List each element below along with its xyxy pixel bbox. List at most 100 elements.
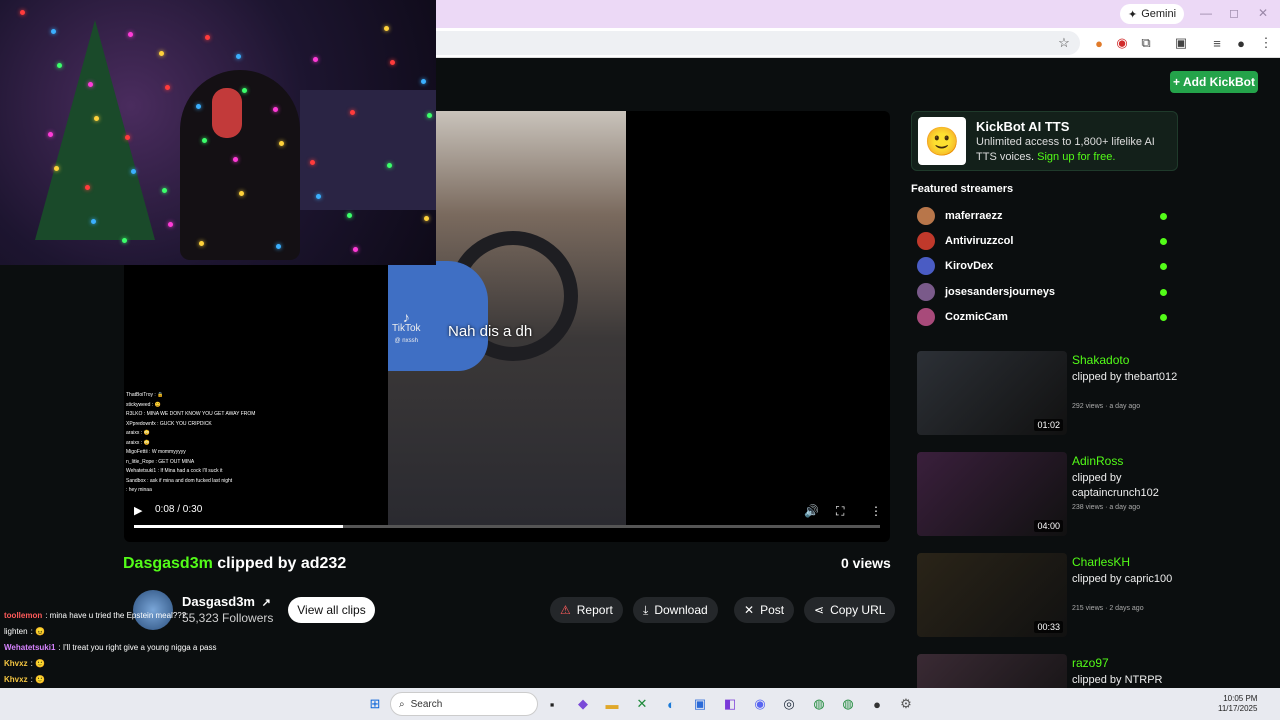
clip-streamer-link[interactable]: CharlesKH <box>1072 555 1130 569</box>
featured-streamer-row[interactable]: josesandersjourneys <box>917 282 1167 302</box>
chat-line: n_Iitle_Rope : GET OUT MINA <box>126 458 195 465</box>
clip-streamer-link[interactable]: Dasgasd3m <box>123 555 213 572</box>
avatar <box>917 308 935 326</box>
xbox-icon[interactable]: ✕ <box>632 694 652 714</box>
chat-username: Wehatetsuki1 <box>4 643 56 652</box>
chat-text: : 😠 <box>30 627 45 636</box>
share-icon: ⋖ <box>814 603 825 617</box>
featured-streamer-row[interactable]: Antiviruzzcol <box>917 231 1167 251</box>
video-chat-overlay: ThatBoiTroy : 🔒 stickyweed : 😊 R3LKO : MIN… <box>126 391 381 496</box>
related-clip-card[interactable]: 00:33 CharlesKH clipped by capric100 215… <box>917 553 1177 638</box>
download-button[interactable]: ⤓ Download <box>633 597 718 623</box>
copy-url-button[interactable]: ⋖ Copy URL <box>804 597 896 623</box>
minimize-button[interactable]: — <box>1200 6 1212 20</box>
more-options-icon[interactable]: ⋮ <box>870 504 882 518</box>
tiktok-handle: @ nxssh <box>394 338 418 344</box>
close-button[interactable]: ✕ <box>1258 6 1268 20</box>
chat-text: : mina have u tried the Epstein meal??? <box>45 611 187 620</box>
puzzle-icon[interactable]: ⧉ <box>1137 34 1155 52</box>
clip-streamer-link[interactable]: razo97 <box>1072 656 1109 670</box>
related-clip-card[interactable]: 04:00 AdinRoss clipped by captaincrunch1… <box>917 452 1177 537</box>
featured-streamer-row[interactable]: KirovDex <box>917 256 1167 276</box>
steam-icon[interactable]: ◎ <box>779 694 799 714</box>
report-button[interactable]: ⚠ Report <box>550 597 623 623</box>
app-icon[interactable]: ◧ <box>720 694 740 714</box>
copilot-icon[interactable]: ◆ <box>573 694 593 714</box>
menu-icon[interactable]: ⋮ <box>1257 34 1275 52</box>
add-kickbot-button[interactable]: + Add KickBot <box>1170 71 1258 93</box>
profile-icon[interactable]: ● <box>1232 34 1250 52</box>
headphones <box>212 88 242 138</box>
chat-line: araixx : 😳 <box>126 439 150 446</box>
chat-message: Khvxz: 🙂 <box>4 656 284 672</box>
settings-icon[interactable]: ⚙ <box>896 694 916 714</box>
chat-message: lighten: 😠 <box>4 624 284 640</box>
opera-icon[interactable]: ◉ <box>1113 34 1131 52</box>
light-bulb <box>350 110 355 115</box>
clip-thumbnail[interactable]: 04:00 <box>917 452 1067 536</box>
light-bulb <box>347 213 352 218</box>
file-explorer-icon[interactable]: ▬ <box>602 694 622 714</box>
clock-time: 10:05 PM <box>1223 694 1258 703</box>
gemini-button[interactable]: ✦ Gemini <box>1120 4 1185 24</box>
featured-streamer-row[interactable]: maferraezz <box>917 206 1167 226</box>
obs-icon[interactable]: ● <box>867 694 887 714</box>
light-bulb <box>199 241 204 246</box>
system-clock[interactable]: 10:05 PM 11/17/2025 <box>1218 694 1257 714</box>
clip-thumbnail[interactable] <box>917 654 1067 688</box>
homer-avatar-icon: 🙂 <box>918 117 966 165</box>
clip-clipped-by: clipped by ad232 <box>217 555 347 572</box>
post-button[interactable]: ✕ Post <box>734 597 795 623</box>
clip-thumbnail[interactable]: 00:33 <box>917 553 1067 637</box>
chat-line: Wehatetsuki1 : If Mina had a cock I'll s… <box>126 468 223 474</box>
light-bulb <box>242 88 247 93</box>
volume-icon[interactable]: 🔊 <box>804 504 819 518</box>
sign-up-link[interactable]: Sign up for free. <box>1037 151 1115 163</box>
light-bulb <box>239 191 244 196</box>
related-clip-card[interactable]: 01:02 Shakadoto clipped by thebart012 29… <box>917 351 1177 436</box>
store-icon[interactable]: ▣ <box>690 694 710 714</box>
windows-start-icon[interactable]: ⊞ <box>365 694 385 714</box>
tiktok-icon: ♪ <box>402 309 410 325</box>
light-bulb <box>316 194 321 199</box>
chat-line: araixx : 😳 <box>126 430 150 436</box>
live-indicator-icon <box>1160 262 1167 270</box>
fullscreen-icon[interactable]: ⛶ <box>836 504 844 519</box>
discord-icon[interactable]: ◉ <box>750 694 770 714</box>
progress-bar[interactable] <box>134 525 880 528</box>
report-label: Report <box>576 603 613 617</box>
edge-icon[interactable]: ◐ <box>661 694 681 714</box>
chat-message: toollemon: mina have u tried the Epstein… <box>4 608 284 624</box>
task-view-icon[interactable]: ▪ <box>542 694 562 714</box>
media-icon[interactable]: ≡ <box>1208 34 1226 52</box>
tts-title: KickBot AI TTS <box>976 119 1070 134</box>
clip-streamer-link[interactable]: Shakadoto <box>1072 353 1129 367</box>
featured-streamer-row[interactable]: CozmicCam <box>917 307 1167 327</box>
maximize-button[interactable]: ◻ <box>1229 6 1239 20</box>
chrome-profile-icon[interactable]: ◍ <box>838 694 858 714</box>
chat-line: ThatBoiTroy : 🔒 <box>126 392 164 398</box>
clip-streamer-link[interactable]: AdinRoss <box>1072 454 1123 468</box>
video-caption: Nah dis a dh <box>448 323 533 340</box>
related-clip-card[interactable]: razo97 clipped by NTRPR <box>917 654 1177 688</box>
light-bulb <box>168 222 173 227</box>
star-icon[interactable]: ☆ <box>1055 34 1073 52</box>
clip-duration: 00:33 <box>1034 621 1063 633</box>
view-all-clips-button[interactable]: View all clips <box>288 597 375 623</box>
address-bar[interactable] <box>436 31 1080 55</box>
kickbot-tts-card[interactable]: 🙂 KickBot AI TTS Unlimited access to 1,8… <box>911 111 1178 171</box>
channel-name[interactable]: Dasgasd3m ↗ <box>182 594 271 609</box>
clip-thumbnail[interactable]: 01:02 <box>917 351 1067 435</box>
chrome-icon[interactable]: ◍ <box>809 694 829 714</box>
light-bulb <box>57 63 62 68</box>
play-icon[interactable]: ▶ <box>134 504 142 517</box>
clip-title: Dasgasd3m clipped by ad232 <box>123 555 346 573</box>
light-bulb <box>94 116 99 121</box>
taskbar-search[interactable]: ⌕ Search <box>390 692 538 716</box>
extension-icon[interactable]: ● <box>1090 34 1108 52</box>
light-bulb <box>20 10 25 15</box>
search-placeholder: Search <box>410 698 443 710</box>
cast-icon[interactable]: ▣ <box>1172 34 1190 52</box>
light-bulb <box>54 166 59 171</box>
light-bulb <box>421 79 426 84</box>
